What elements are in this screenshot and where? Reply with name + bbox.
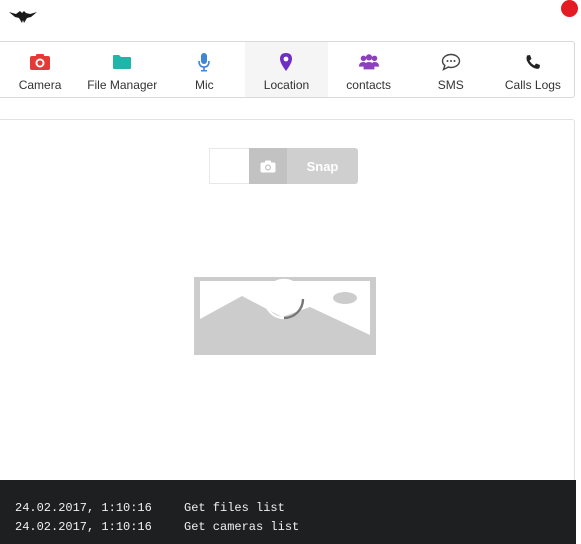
image-placeholder-icon xyxy=(194,277,376,355)
snap-button[interactable]: Snap xyxy=(249,148,358,184)
log-row: 24.02.2017, 1:10:16 Get cameras list xyxy=(0,517,576,536)
tab-label: Calls Logs xyxy=(504,78,561,92)
tab-label: File Manager xyxy=(87,78,158,92)
tab-mic[interactable]: Mic xyxy=(163,42,245,97)
tab-label: SMS xyxy=(437,78,464,92)
tab-file-manager[interactable]: File Manager xyxy=(81,42,163,97)
log-row: 24.02.2017, 1:10:16 Get files list xyxy=(0,498,576,517)
chat-bubble-icon xyxy=(440,52,462,72)
microphone-icon xyxy=(193,52,215,72)
camera-icon xyxy=(249,148,287,184)
log-message: Get cameras list xyxy=(184,519,300,534)
tab-label: Location xyxy=(263,78,310,92)
phone-icon xyxy=(522,52,544,72)
status-indicator xyxy=(561,0,578,17)
tab-location[interactable]: Location xyxy=(245,42,328,97)
tab-contacts[interactable]: contacts xyxy=(328,42,410,97)
camera-icon xyxy=(29,52,51,72)
activity-console: 24.02.2017, 1:10:16 Get files list 24.02… xyxy=(0,480,576,544)
feature-tabbar: Camera File Manager Mic Location contact… xyxy=(0,41,575,98)
log-time: 24.02.2017, 1:10:16 xyxy=(15,500,152,515)
map-pin-icon xyxy=(275,52,297,72)
log-time: 24.02.2017, 1:10:16 xyxy=(15,519,152,534)
tab-camera[interactable]: Camera xyxy=(0,42,81,97)
tab-label: Mic xyxy=(195,78,214,92)
tab-calls-logs[interactable]: Calls Logs xyxy=(492,42,574,97)
tab-label: Camera xyxy=(18,78,62,92)
users-icon xyxy=(358,52,380,72)
tab-label: contacts xyxy=(346,78,391,92)
raven-logo-icon xyxy=(8,8,38,26)
log-message: Get files list xyxy=(184,500,285,515)
tab-sms[interactable]: SMS xyxy=(410,42,492,97)
snap-label: Snap xyxy=(306,158,339,174)
camera-selector[interactable] xyxy=(209,148,249,184)
folder-icon xyxy=(111,52,133,72)
